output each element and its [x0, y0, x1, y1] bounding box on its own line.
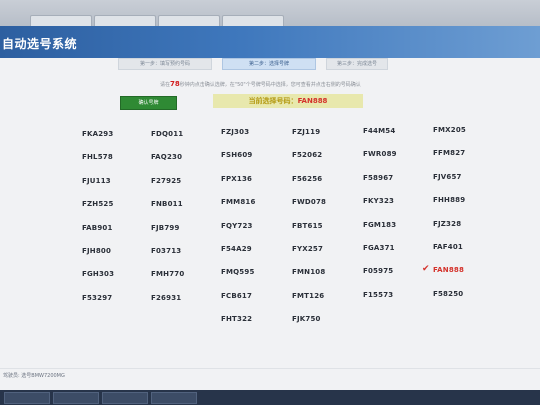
- plate-option[interactable]: FGH303: [82, 270, 114, 278]
- plate-option[interactable]: FZH525: [82, 200, 114, 208]
- plate-option[interactable]: FZJ303: [221, 128, 249, 136]
- plate-option[interactable]: FFM827: [433, 149, 465, 157]
- plate-option[interactable]: F54A29: [221, 245, 252, 253]
- browser-tab-strip: [0, 15, 540, 26]
- plate-option[interactable]: FPX136: [221, 175, 252, 183]
- hint-prefix: 请在: [160, 82, 171, 88]
- plate-option[interactable]: FKA293: [82, 130, 113, 138]
- app-header: [0, 26, 540, 58]
- plate-option[interactable]: FMN108: [292, 268, 325, 276]
- plate-option[interactable]: FJB799: [151, 224, 180, 232]
- plate-option[interactable]: FMH770: [151, 270, 184, 278]
- plate-option[interactable]: F53297: [82, 294, 112, 302]
- plate-option[interactable]: FAB901: [82, 224, 113, 232]
- plate-option[interactable]: FMQ595: [221, 268, 255, 276]
- browser-tab[interactable]: [30, 15, 92, 26]
- status-text: 驾驶员: 选号BMW7200MG: [3, 373, 65, 379]
- browser-tab[interactable]: [94, 15, 156, 26]
- plate-option[interactable]: FNB011: [151, 200, 183, 208]
- plate-option[interactable]: FJH800: [82, 247, 111, 255]
- browser-window: 自动选号系统 第一步：填写预约号码 第二步：选择号牌 第三步：完成选号 请在78…: [0, 0, 540, 405]
- plate-option-selected[interactable]: FAN888: [433, 266, 464, 274]
- app-title: 自动选号系统: [2, 37, 78, 51]
- plate-option[interactable]: FBT615: [292, 222, 323, 230]
- address-bar[interactable]: [2, 4, 282, 14]
- plate-option[interactable]: FGM183: [363, 221, 396, 229]
- plate-option[interactable]: F05975: [363, 267, 393, 275]
- step-3: 第三步：完成选号: [326, 58, 388, 70]
- plate-option[interactable]: FJV657: [433, 173, 462, 181]
- plate-option[interactable]: F03713: [151, 247, 181, 255]
- taskbar-item[interactable]: [151, 391, 197, 404]
- plate-option[interactable]: FJU113: [82, 177, 111, 185]
- plate-option[interactable]: FMM816: [221, 198, 256, 206]
- current-selection-banner: 当前选择号码：FAN888: [213, 94, 363, 108]
- current-selection-label: 当前选择号码：: [248, 97, 298, 105]
- plate-option[interactable]: FHH889: [433, 196, 465, 204]
- plate-option[interactable]: FMT126: [292, 292, 324, 300]
- step-1: 第一步：填写预约号码: [118, 58, 212, 70]
- plate-option[interactable]: F52062: [292, 151, 322, 159]
- plate-option[interactable]: FDQ011: [151, 130, 183, 138]
- step-indicator: 第一步：填写预约号码 第二步：选择号牌 第三步：完成选号: [118, 58, 418, 70]
- plate-option[interactable]: F44M54: [363, 127, 395, 135]
- current-selection-value: FAN888: [297, 97, 328, 105]
- plate-option[interactable]: FHT322: [221, 315, 252, 323]
- plate-option[interactable]: FAQ230: [151, 153, 182, 161]
- plate-option[interactable]: FWR089: [363, 150, 397, 158]
- hint-suffix: 秒钟内点击确认选牌，在"50"个号牌号码中选择，您可查看并点击右侧的号码确认: [179, 82, 361, 88]
- plate-option[interactable]: FMX205: [433, 126, 466, 134]
- plate-option[interactable]: F26931: [151, 294, 181, 302]
- taskbar-item[interactable]: [4, 391, 50, 404]
- plate-option[interactable]: F15573: [363, 291, 393, 299]
- browser-tab[interactable]: [222, 15, 284, 26]
- plate-option[interactable]: FWD078: [292, 198, 326, 206]
- plate-option[interactable]: F56256: [292, 175, 322, 183]
- plate-option[interactable]: FKY323: [363, 197, 394, 205]
- plate-option[interactable]: F58250: [433, 290, 463, 298]
- taskbar-item[interactable]: [53, 391, 99, 404]
- instruction-text: 请在78秒钟内点击确认选牌，在"50"个号牌号码中选择，您可查看并点击右侧的号码…: [160, 80, 440, 88]
- plate-option[interactable]: FCB617: [221, 292, 252, 300]
- plate-option[interactable]: F27925: [151, 177, 181, 185]
- status-divider: [0, 368, 540, 387]
- browser-toolbar: [0, 0, 540, 27]
- taskbar-item[interactable]: [102, 391, 148, 404]
- selected-check-icon: ✔: [422, 264, 430, 274]
- plate-option[interactable]: FJK750: [292, 315, 321, 323]
- plate-option[interactable]: FGA371: [363, 244, 395, 252]
- countdown-seconds: 78: [170, 80, 180, 88]
- confirm-plate-button[interactable]: 确认号牌: [120, 96, 177, 110]
- step-2-active: 第二步：选择号牌: [222, 58, 316, 70]
- plate-option[interactable]: F58967: [363, 174, 393, 182]
- plate-option[interactable]: FYX257: [292, 245, 323, 253]
- plate-option[interactable]: FJZ328: [433, 220, 461, 228]
- plate-option[interactable]: FZJ119: [292, 128, 320, 136]
- plate-option[interactable]: FQY723: [221, 222, 253, 230]
- plate-option[interactable]: FSH609: [221, 151, 253, 159]
- plate-option[interactable]: FHL578: [82, 153, 113, 161]
- taskbar: [0, 390, 540, 405]
- browser-tab[interactable]: [158, 15, 220, 26]
- plate-option[interactable]: FAF401: [433, 243, 463, 251]
